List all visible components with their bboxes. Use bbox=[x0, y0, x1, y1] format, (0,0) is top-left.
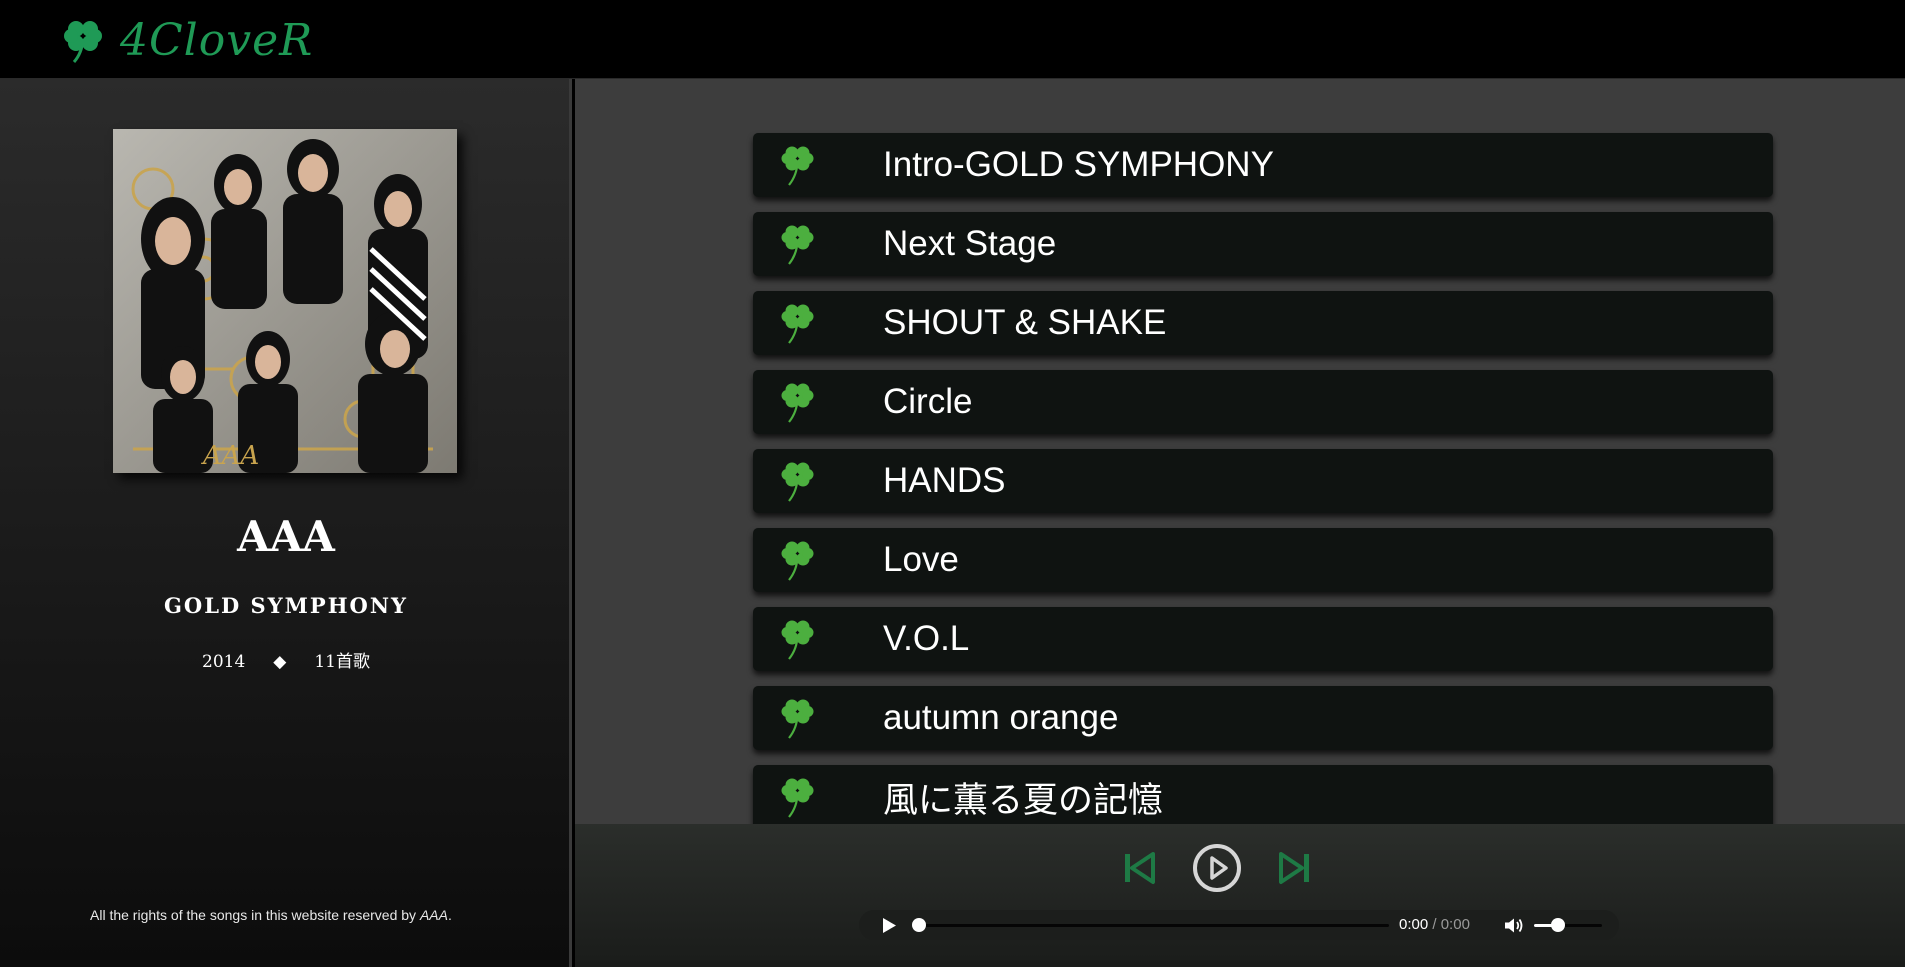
seek-handle[interactable] bbox=[912, 918, 926, 932]
duration: 0:00 bbox=[1440, 916, 1470, 933]
clover-icon bbox=[781, 699, 814, 739]
clover-icon bbox=[781, 620, 814, 660]
album-year: 2014 bbox=[202, 652, 246, 672]
track-row[interactable]: Circle bbox=[753, 370, 1773, 434]
track-name: Intro-GOLD SYMPHONY bbox=[883, 145, 1274, 184]
site-logo[interactable]: 4CloveR bbox=[58, 10, 313, 70]
track-name: autumn orange bbox=[883, 698, 1119, 737]
track-name: HANDS bbox=[883, 461, 1006, 500]
top-header: 4CloveR bbox=[0, 0, 1905, 79]
time-display: 0:00 / 0:00 bbox=[1399, 916, 1470, 933]
diamond-separator-icon: ◆ bbox=[273, 652, 287, 672]
track-name: V.O.L bbox=[883, 619, 970, 658]
clover-icon bbox=[781, 146, 814, 186]
clover-icon bbox=[781, 383, 814, 423]
album-cover-image: AAA bbox=[113, 129, 457, 473]
track-row[interactable]: autumn orange bbox=[753, 686, 1773, 750]
volume-slider[interactable] bbox=[1534, 918, 1602, 932]
clover-icon bbox=[781, 304, 814, 344]
current-time: 0:00 bbox=[1399, 916, 1429, 933]
track-row[interactable]: SHOUT & SHAKE bbox=[753, 291, 1773, 355]
album-title: GOLD SYMPHONY bbox=[163, 593, 409, 618]
clover-icon bbox=[781, 462, 814, 502]
copyright-notice: All the rights of the songs in this webs… bbox=[90, 907, 452, 923]
clover-icon bbox=[781, 541, 814, 581]
track-row[interactable]: Love bbox=[753, 528, 1773, 592]
volume-icon[interactable] bbox=[1504, 917, 1524, 934]
clover-icon bbox=[781, 778, 814, 818]
play-icon[interactable] bbox=[881, 917, 897, 934]
album-meta: 2014 ◆ 11首歌 bbox=[0, 647, 572, 672]
track-count: 11首歌 bbox=[314, 652, 370, 672]
clover-logo-icon bbox=[64, 21, 102, 63]
track-name: 風に薫る夏の記憶 bbox=[883, 780, 1164, 820]
track-row[interactable]: HANDS bbox=[753, 449, 1773, 513]
tracklist-panel: Intro-GOLD SYMPHONY Next Stage SHOUT & SHA… bbox=[575, 79, 1905, 824]
play-circle-icon[interactable] bbox=[1192, 843, 1242, 893]
track-row[interactable]: 風に薫る夏の記憶 bbox=[753, 765, 1773, 824]
audio-control-bar: 0:00 / 0:00 bbox=[859, 910, 1619, 940]
volume-handle[interactable] bbox=[1550, 918, 1565, 932]
svg-text:AAA: AAA bbox=[201, 441, 259, 471]
clover-icon bbox=[781, 225, 814, 265]
audio-player: 0:00 / 0:00 bbox=[575, 824, 1905, 967]
track-row[interactable]: V.O.L bbox=[753, 607, 1773, 671]
skip-previous-icon[interactable] bbox=[1123, 850, 1155, 886]
site-logo-text: 4CloveR bbox=[120, 14, 314, 66]
track-row[interactable]: Next Stage bbox=[753, 212, 1773, 276]
skip-next-icon[interactable] bbox=[1279, 850, 1311, 886]
seek-bar[interactable] bbox=[912, 918, 1389, 932]
track-name: Circle bbox=[883, 382, 973, 421]
artist-name: AAA bbox=[237, 512, 335, 561]
track-name: SHOUT & SHAKE bbox=[883, 303, 1167, 342]
album-sidebar: AAA AAA GOLD SYMPHONY 2014 ◆ 11首歌 All the … bbox=[0, 79, 572, 967]
track-name: Love bbox=[883, 540, 959, 579]
track-name: Next Stage bbox=[883, 224, 1057, 263]
track-row[interactable]: Intro-GOLD SYMPHONY bbox=[753, 133, 1773, 197]
copyright-owner: AAA bbox=[419, 907, 448, 923]
